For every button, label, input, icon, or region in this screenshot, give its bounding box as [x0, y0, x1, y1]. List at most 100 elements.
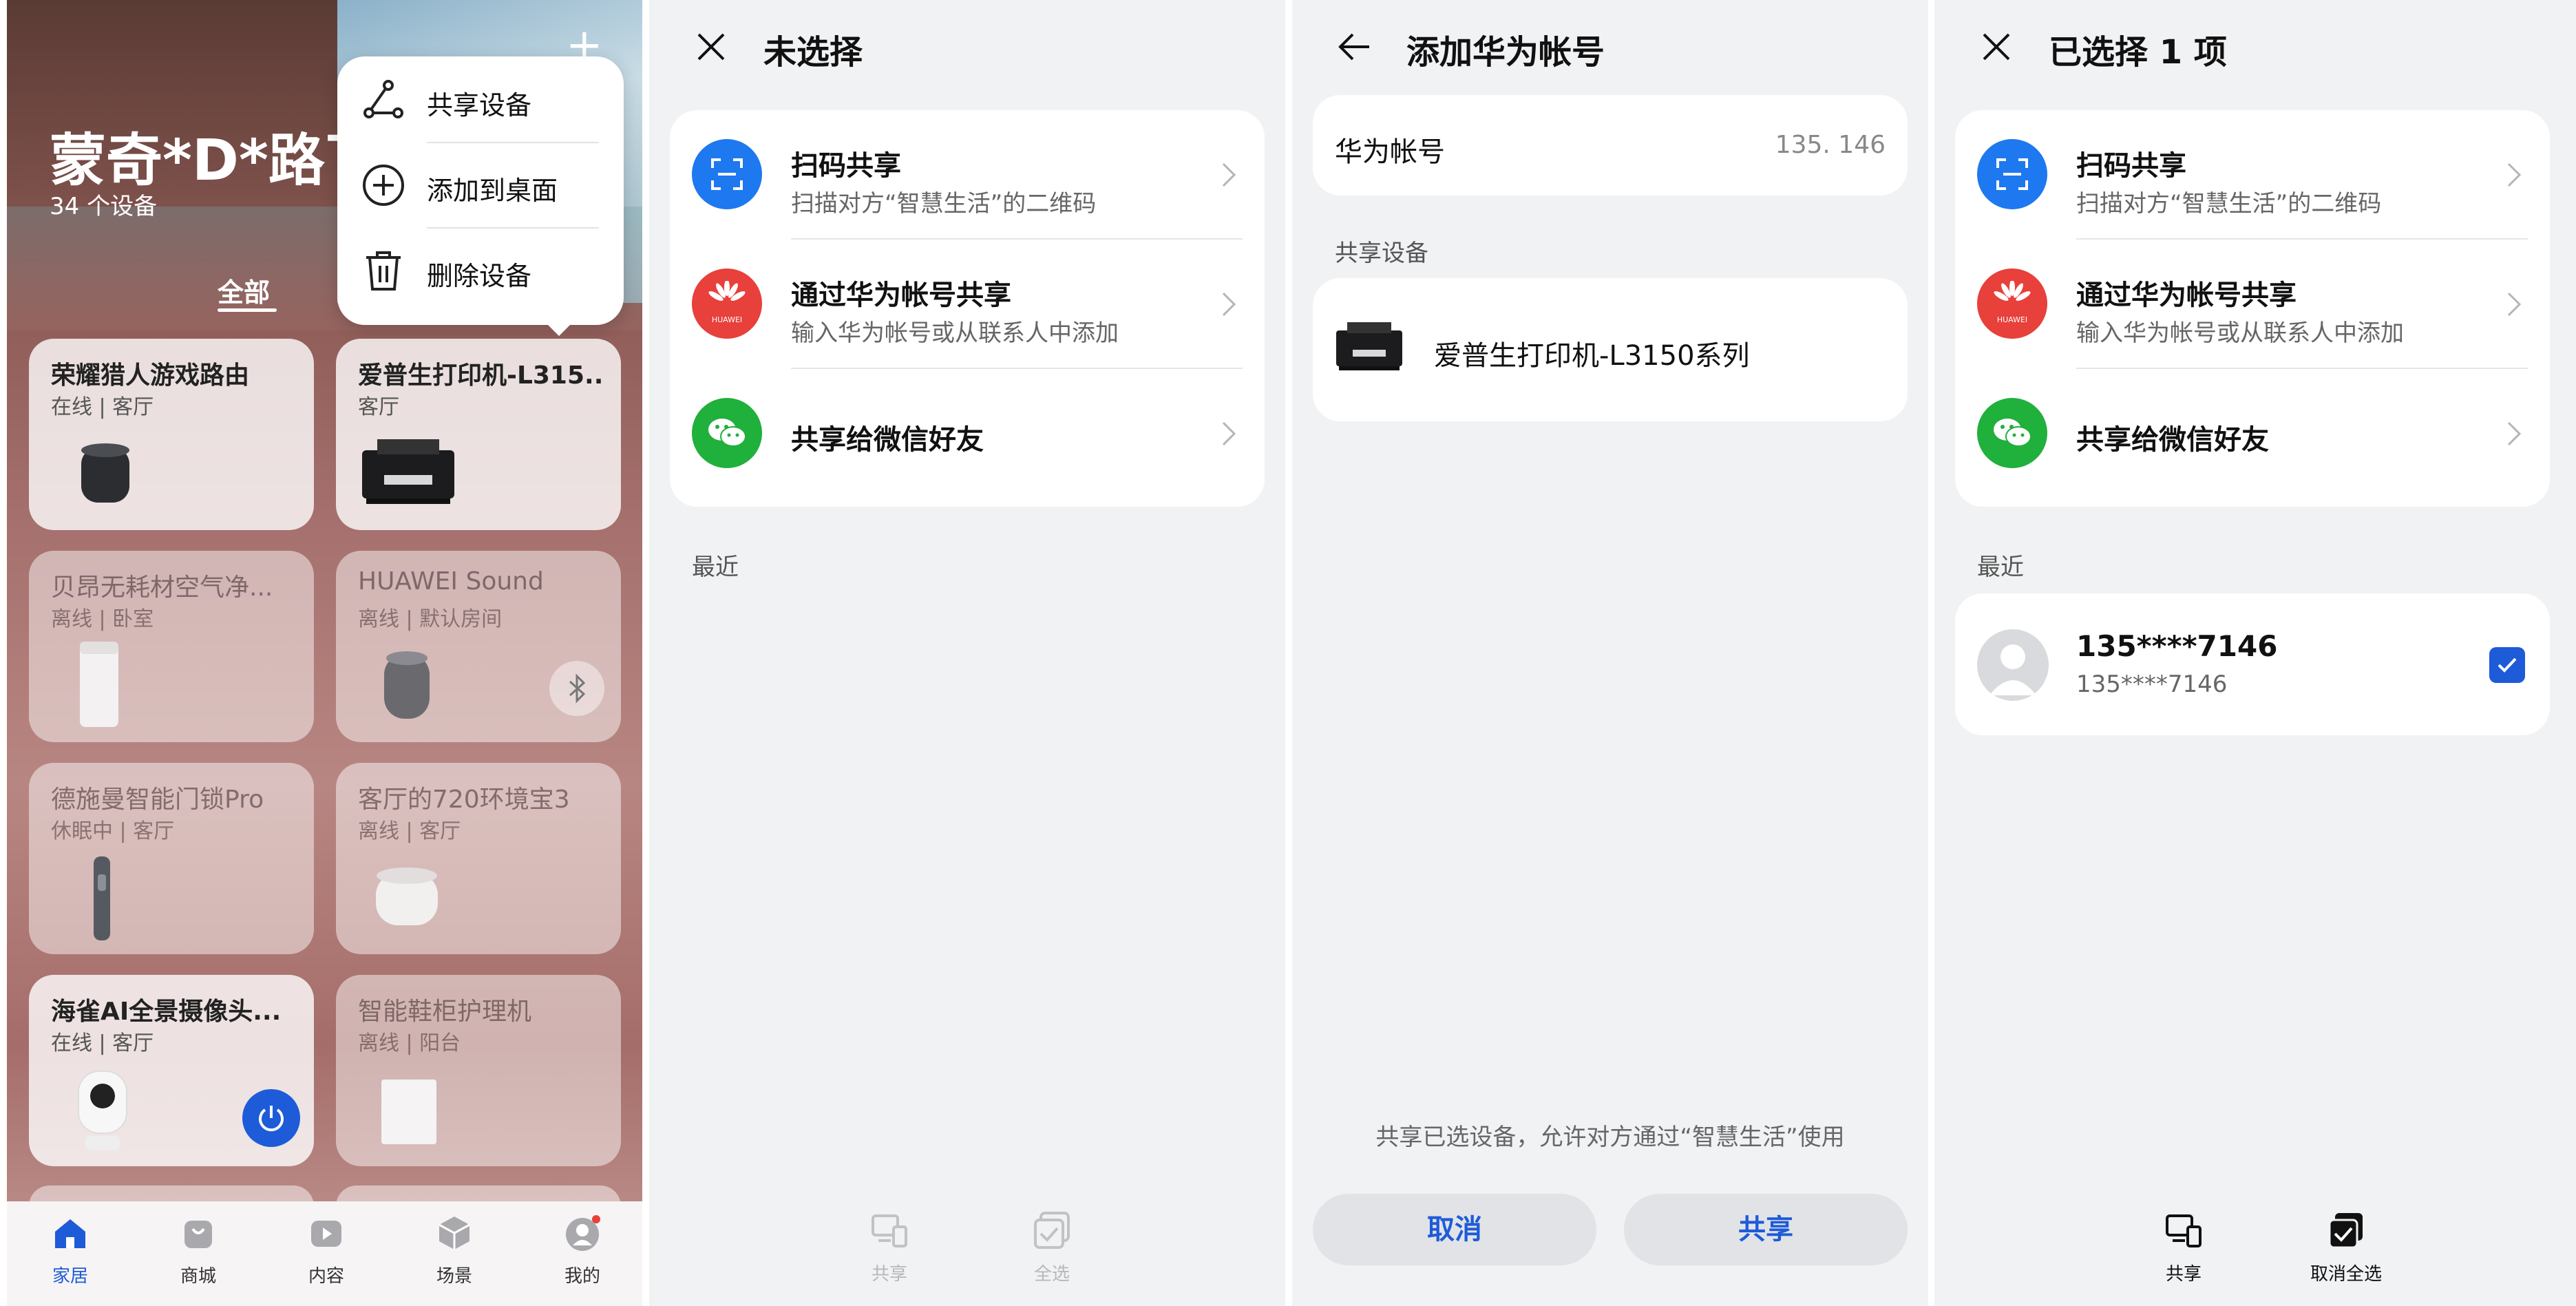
scan-share-title: 扫码共享 [791, 150, 901, 182]
device-card[interactable]: 荣耀猎人游戏路由 在线 | 客厅 [29, 339, 314, 530]
share-device-menu-item[interactable]: 共享设备 [337, 56, 624, 142]
nav-home[interactable]: 家居 [29, 1214, 112, 1287]
share-note: 共享已选设备，允许对方通过“智慧生活”使用 [1375, 1124, 1845, 1151]
nav-scene-label: 场景 [436, 1266, 472, 1287]
device-card[interactable]: 客厅的720环境宝3 离线 | 客厅 [336, 763, 621, 954]
share-screen-unselected: 未选择 扫码共享 扫描对方“智慧生活”的二维码 HUAWEI 通过华为帐号共享 … [649, 0, 1285, 1306]
tab-all[interactable]: 全部 [218, 271, 270, 309]
printer-icon [1336, 322, 1402, 370]
select-all-button[interactable]: 全选 [1004, 1210, 1100, 1285]
add-to-desktop-menu-item[interactable]: 添加到桌面 [337, 142, 624, 227]
device-name: 贝昂无耗材空气净... [51, 573, 273, 602]
add-to-desktop-label: 添加到桌面 [427, 176, 558, 206]
huawei-share-subtitle: 输入华为帐号或从联系人中添加 [2076, 319, 2404, 347]
page-title: 已选择 1 项 [2049, 33, 2227, 72]
device-card[interactable]: HUAWEI Sound 离线 | 默认房间 [336, 551, 621, 742]
nav-mall-label: 商城 [180, 1266, 216, 1287]
door-lock-icon [94, 856, 110, 940]
close-icon[interactable] [1977, 28, 2016, 66]
device-name: 智能鞋柜护理机 [358, 998, 532, 1026]
profile-icon [566, 1215, 600, 1251]
huawei-logo-icon: HUAWEI [692, 268, 762, 339]
share-device-icon [2166, 1214, 2202, 1247]
tab-underline [218, 308, 277, 312]
device-status: 休眠中 | 客厅 [51, 819, 175, 843]
printer-icon [362, 439, 454, 504]
huawei-account-share-option[interactable]: HUAWEI 通过华为帐号共享 输入华为帐号或从联系人中添加 [1955, 240, 2550, 368]
home-icon [55, 1219, 85, 1248]
camera-icon [78, 1071, 127, 1150]
check-icon [2498, 657, 2517, 673]
add-circle-icon [363, 165, 404, 206]
device-card[interactable]: 爱普生打印机-L315... 客厅 [336, 339, 621, 530]
device-popup-menu: 共享设备 添加到桌面 删除设备 [337, 56, 624, 336]
recent-label: 最近 [692, 554, 739, 581]
person-icon [1989, 644, 2036, 695]
account-field[interactable]: 华为帐号 135. 146 [1313, 95, 1908, 196]
share-icon [363, 80, 403, 118]
cube-icon [439, 1217, 470, 1250]
nav-mall[interactable]: 商城 [157, 1214, 240, 1287]
scan-share-option[interactable]: 扫码共享 扫描对方“智慧生活”的二维码 [670, 110, 1265, 238]
device-card[interactable]: 德施曼智能门锁Pro 休眠中 | 客厅 [29, 763, 314, 954]
back-arrow-icon[interactable] [1335, 28, 1373, 66]
scan-share-option[interactable]: 扫码共享 扫描对方“智慧生活”的二维码 [1955, 110, 2550, 238]
speaker-icon [384, 651, 430, 719]
share-button-label: 共享 [2165, 1264, 2202, 1285]
contact-account: 135****7146 [2076, 671, 2228, 698]
nav-scene[interactable]: 场景 [413, 1214, 496, 1287]
share-button[interactable]: 共享 [841, 1210, 938, 1285]
chevron-right-icon [2507, 292, 2522, 317]
device-name: 荣耀猎人游戏路由 [51, 361, 250, 390]
deselect-all-label: 取消全选 [2310, 1264, 2382, 1285]
nav-content[interactable]: 内容 [285, 1214, 368, 1287]
device-card[interactable]: 海雀AI全景摄像头... 在线 | 客厅 [29, 975, 314, 1166]
device-status: 离线 | 客厅 [358, 819, 461, 843]
play-icon [311, 1221, 341, 1247]
chevron-right-icon [1222, 421, 1236, 446]
share-device-label: 共享设备 [427, 90, 532, 120]
delete-device-menu-item[interactable]: 删除设备 [337, 227, 624, 313]
shopping-bag-icon [184, 1221, 212, 1248]
wechat-share-option[interactable]: 共享给微信好友 [670, 369, 1265, 497]
add-huawei-account-screen: 添加华为帐号 华为帐号 135. 146 共享设备 爱普生打印机-L3150系列… [1292, 0, 1928, 1306]
huawei-logo-icon: HUAWEI [1977, 268, 2047, 339]
share-button[interactable]: 共享 [1624, 1194, 1908, 1265]
wechat-share-option[interactable]: 共享给微信好友 [1955, 369, 2550, 497]
recent-contact-item[interactable]: 135****7146 135****7146 [1955, 593, 2550, 735]
page-title: 添加华为帐号 [1406, 33, 1605, 72]
huawei-account-share-option[interactable]: HUAWEI 通过华为帐号共享 输入华为帐号或从联系人中添加 [670, 240, 1265, 368]
close-icon[interactable] [692, 28, 730, 66]
share-options-card: 扫码共享 扫描对方“智慧生活”的二维码 HUAWEI 通过华为帐号共享 输入华为… [670, 110, 1265, 507]
shoe-cabinet-icon [381, 1079, 436, 1144]
power-button[interactable] [242, 1089, 300, 1147]
chevron-right-icon [2507, 421, 2522, 446]
deselect-all-button[interactable]: 取消全选 [2298, 1210, 2394, 1285]
device-name: 客厅的720环境宝3 [358, 786, 570, 814]
device-name: 德施曼智能门锁Pro [51, 786, 264, 814]
avatar [1977, 629, 2049, 701]
share-button[interactable]: 共享 [2135, 1210, 2232, 1285]
bottom-nav: 家居 商城 内容 场景 我的 [7, 1201, 642, 1306]
scan-share-subtitle: 扫描对方“智慧生活”的二维码 [791, 190, 1097, 218]
bluetooth-icon [569, 673, 586, 704]
device-name: 海雀AI全景摄像头... [51, 998, 282, 1026]
home-screen: 蒙奇*D*路飞 34 个设备 全部 + 共享设备 添加到桌面 删除设备 荣耀猎人… [7, 0, 642, 1306]
device-card[interactable]: 智能鞋柜护理机 离线 | 阳台 [336, 975, 621, 1166]
wechat-icon [1977, 398, 2047, 468]
device-name: 爱普生打印机-L315... [358, 361, 606, 390]
huawei-share-subtitle: 输入华为帐号或从联系人中添加 [791, 319, 1119, 347]
bluetooth-button[interactable] [549, 661, 604, 716]
device-card[interactable]: 贝昂无耗材空气净... 离线 | 卧室 [29, 551, 314, 742]
account-value: 135. 146 [1775, 131, 1886, 159]
cancel-button[interactable]: 取消 [1313, 1194, 1596, 1265]
contact-name: 135****7146 [2076, 629, 2278, 663]
nav-mine[interactable]: 我的 [541, 1214, 624, 1287]
device-status: 在线 | 客厅 [51, 395, 154, 419]
contact-checkbox[interactable] [2489, 647, 2525, 683]
chevron-right-icon [1222, 162, 1236, 187]
huawei-share-title: 通过华为帐号共享 [791, 280, 1011, 311]
device-status: 离线 | 阳台 [358, 1031, 461, 1055]
scan-share-subtitle: 扫描对方“智慧生活”的二维码 [2076, 190, 2382, 218]
device-status: 在线 | 客厅 [51, 1031, 154, 1055]
